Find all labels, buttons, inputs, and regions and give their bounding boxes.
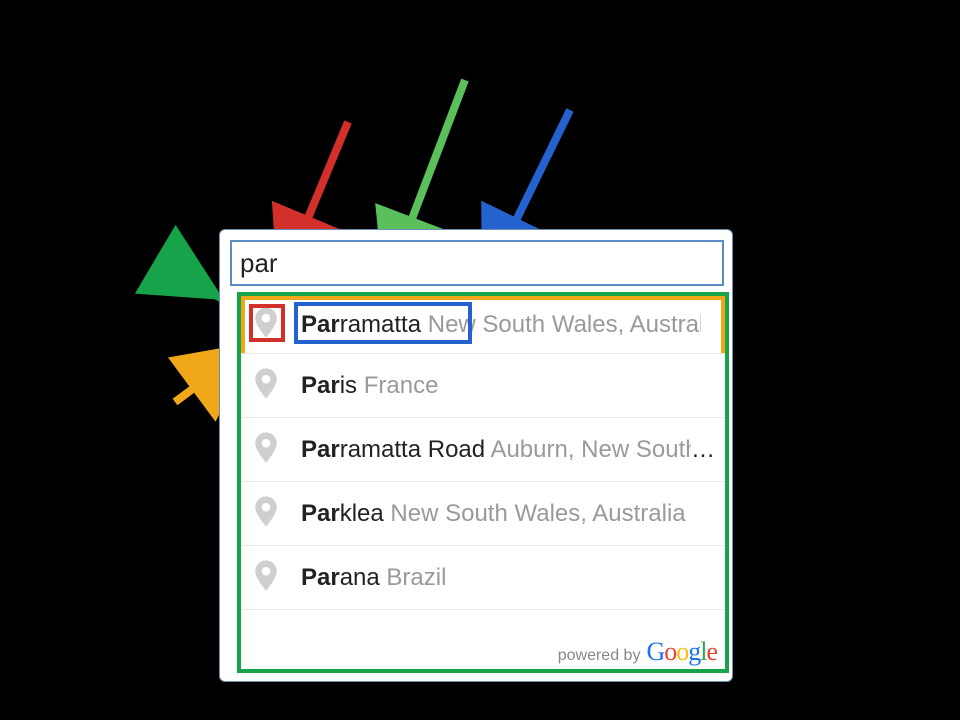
marker-icon: [255, 496, 277, 531]
attribution-prefix: powered by: [558, 647, 641, 665]
autocomplete-dropdown: Parramatta New South Wales, Australia Pa…: [237, 292, 729, 673]
autocomplete-item-text: Parramatta New South Wales, Australia: [301, 311, 701, 339]
autocomplete-item[interactable]: Parklea New South Wales, Australia: [241, 482, 725, 546]
autocomplete-item[interactable]: Parramatta Road Auburn, New South W …: [241, 418, 725, 482]
autocomplete-item-text: Parklea New South Wales, Australia: [301, 500, 686, 528]
ellipsis: …: [691, 436, 715, 464]
marker-icon: [255, 432, 277, 467]
google-logo: Google: [646, 637, 717, 667]
search-input[interactable]: [230, 240, 724, 286]
attribution: powered by Google: [558, 637, 717, 667]
marker-icon: [255, 560, 277, 595]
autocomplete-widget: Parramatta New South Wales, Australia Pa…: [219, 229, 733, 682]
autocomplete-item-text: Parana Brazil: [301, 564, 446, 592]
marker-icon: [255, 368, 277, 403]
autocomplete-item[interactable]: Parana Brazil: [241, 546, 725, 610]
autocomplete-item[interactable]: Paris France: [241, 354, 725, 418]
marker-icon: [255, 307, 277, 342]
autocomplete-item[interactable]: Parramatta New South Wales, Australia: [241, 296, 725, 354]
autocomplete-item-text: Parramatta Road Auburn, New South W: [301, 436, 691, 464]
autocomplete-item-text: Paris France: [301, 372, 438, 400]
